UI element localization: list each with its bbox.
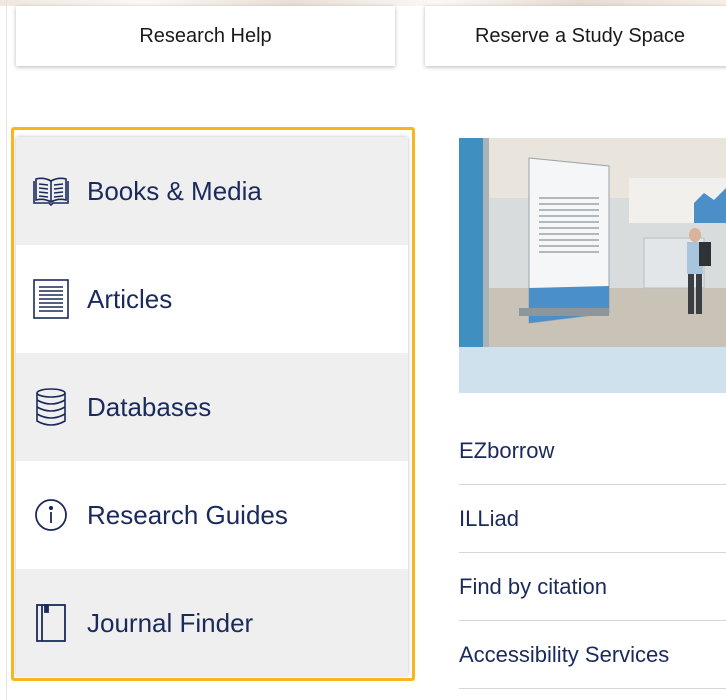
keyboard-focus-outline — [11, 127, 415, 681]
link-accessibility-services[interactable]: Accessibility Services — [459, 621, 726, 689]
reserve-study-space-button[interactable]: Reserve a Study Space — [425, 6, 726, 66]
link-ezborrow[interactable]: EZborrow — [459, 417, 726, 485]
link-label: Find by citation — [459, 573, 607, 599]
exhibit-photo-illustration — [459, 138, 726, 347]
photo-caption-bar — [459, 347, 726, 393]
services-link-list: EZborrow ILLiad Find by citation Accessi… — [459, 417, 726, 689]
link-label: Accessibility Services — [459, 641, 670, 667]
research-help-button[interactable]: Research Help — [16, 6, 395, 66]
exhibit-photo[interactable] — [459, 138, 726, 347]
page-left-border — [6, 0, 7, 700]
link-label: ILLiad — [459, 505, 519, 531]
link-illiad[interactable]: ILLiad — [459, 485, 726, 553]
link-label: EZborrow — [459, 437, 555, 463]
link-find-by-citation[interactable]: Find by citation — [459, 553, 726, 621]
